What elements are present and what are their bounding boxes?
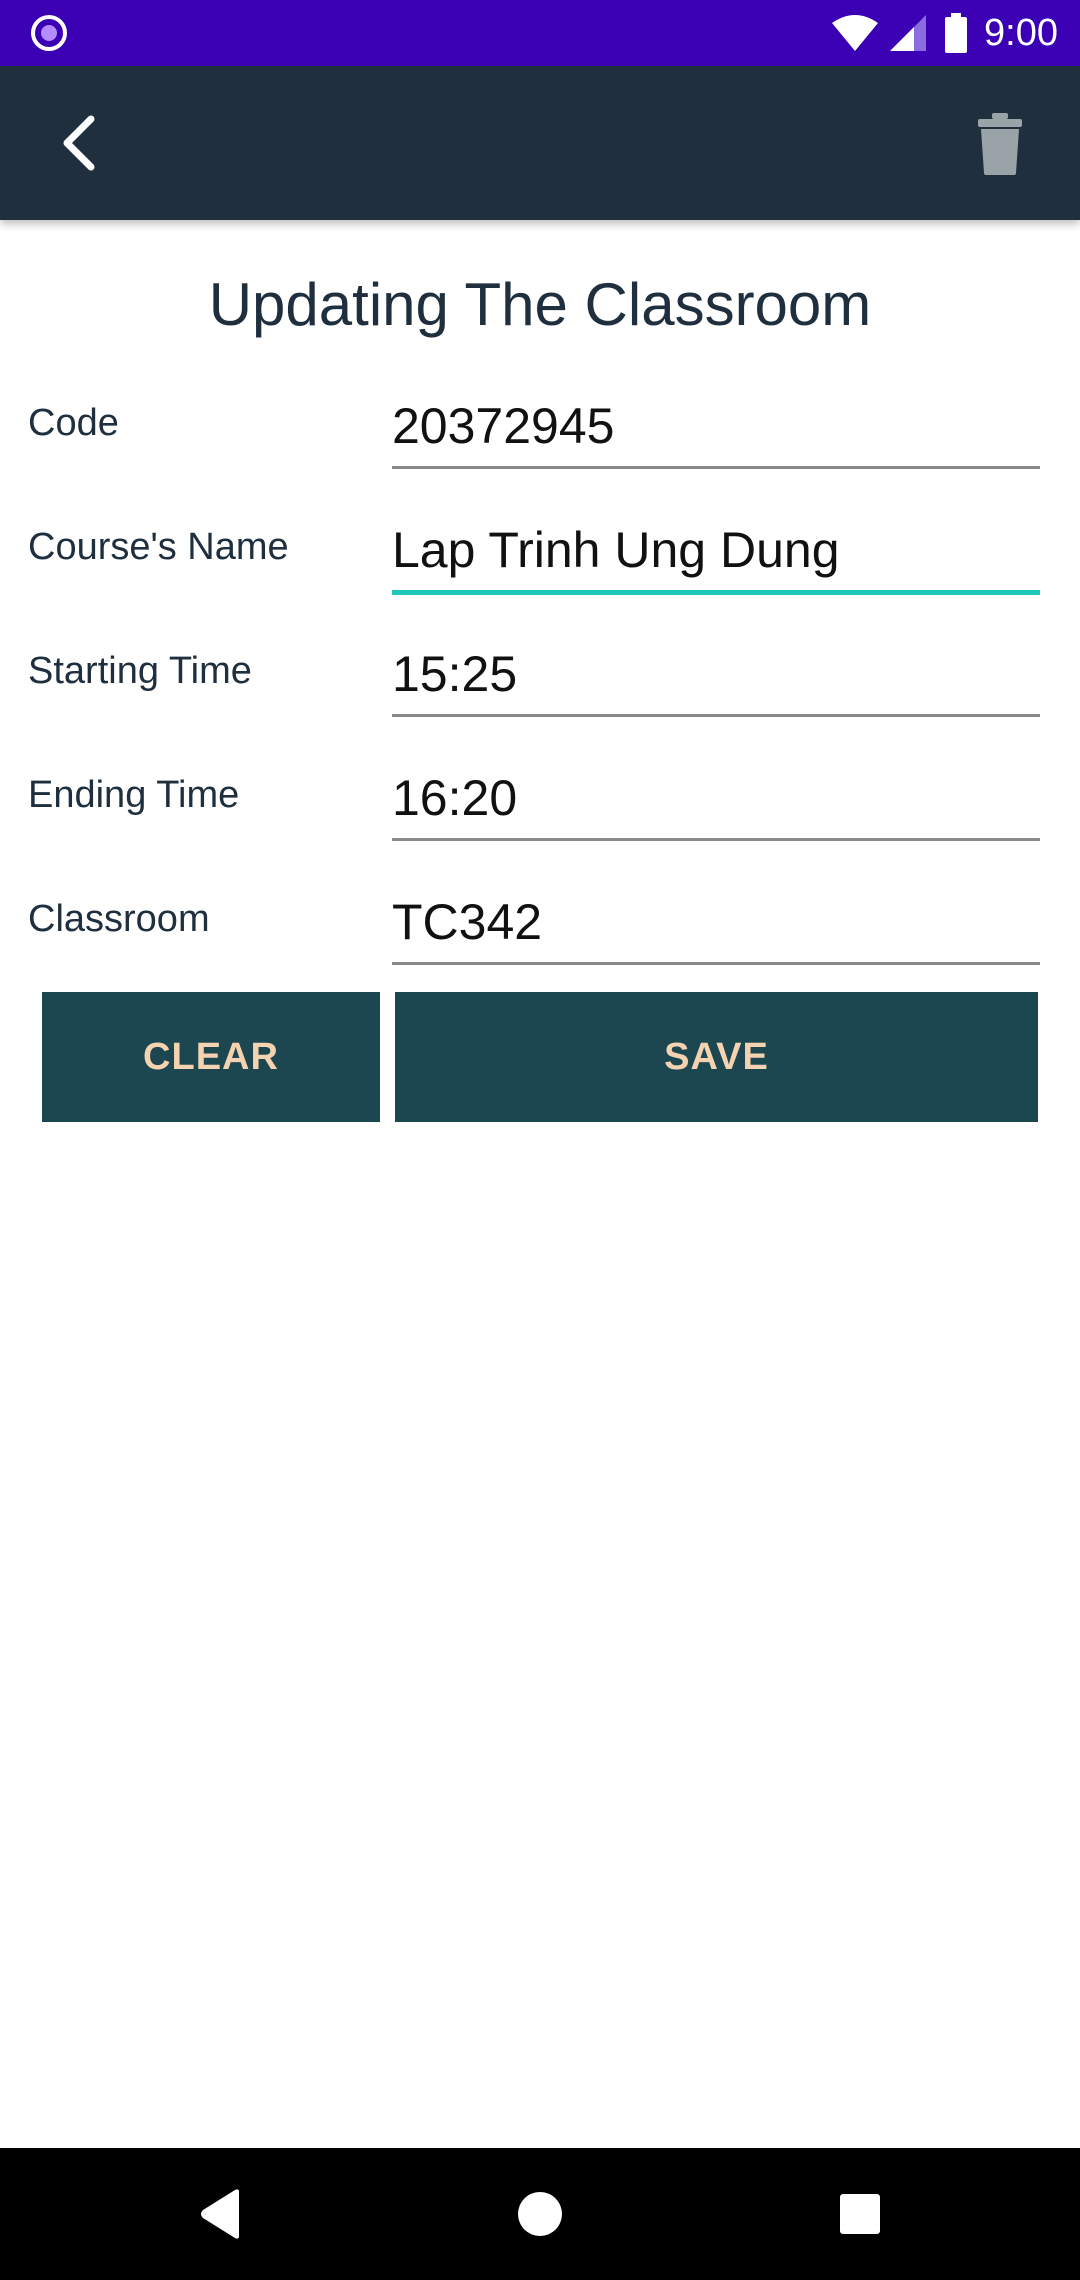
battery-icon: [945, 13, 968, 53]
form-row-classroom: Classroom: [0, 854, 1080, 978]
save-button[interactable]: SAVE: [395, 992, 1038, 1122]
cell-signal-icon: [890, 15, 927, 51]
classroom-label: Classroom: [28, 898, 210, 940]
ending-time-input[interactable]: [392, 758, 1040, 841]
nav-home-button[interactable]: [504, 2178, 576, 2250]
code-input[interactable]: [392, 386, 1040, 469]
recents-square-icon: [840, 2194, 880, 2234]
home-circle-icon: [518, 2192, 562, 2236]
status-icons: 9:00: [830, 0, 1058, 66]
status-time: 9:00: [984, 11, 1058, 54]
screen: 9:00 Updating The Classroom Code Course'…: [0, 0, 1080, 2280]
wifi-icon: [832, 15, 879, 51]
form-row-course-name: Course's Name: [0, 482, 1080, 606]
form-row-code: Code: [0, 358, 1080, 482]
nav-back-button[interactable]: [184, 2178, 256, 2250]
navigation-bar: [0, 2148, 1080, 2280]
trash-icon: [978, 113, 1022, 175]
nav-recents-button[interactable]: [824, 2178, 896, 2250]
course-name-input[interactable]: [392, 510, 1040, 595]
ending-time-label: Ending Time: [28, 774, 240, 816]
app-bar: [0, 66, 1080, 220]
notification-dot-icon: [31, 15, 67, 51]
form-row-ending-time: Ending Time: [0, 730, 1080, 854]
page-title: Updating The Classroom: [208, 271, 872, 338]
status-bar: 9:00: [0, 0, 1080, 66]
course-name-label: Course's Name: [28, 526, 289, 568]
clear-button[interactable]: CLEAR: [42, 992, 380, 1122]
back-triangle-icon: [201, 2189, 239, 2239]
chevron-left-icon: [63, 115, 95, 171]
classroom-input[interactable]: [392, 882, 1040, 965]
code-label: Code: [28, 402, 119, 444]
starting-time-label: Starting Time: [28, 650, 252, 692]
starting-time-input[interactable]: [392, 634, 1040, 717]
back-button[interactable]: [44, 108, 114, 178]
form-row-starting-time: Starting Time: [0, 606, 1080, 730]
delete-button[interactable]: [960, 104, 1040, 184]
